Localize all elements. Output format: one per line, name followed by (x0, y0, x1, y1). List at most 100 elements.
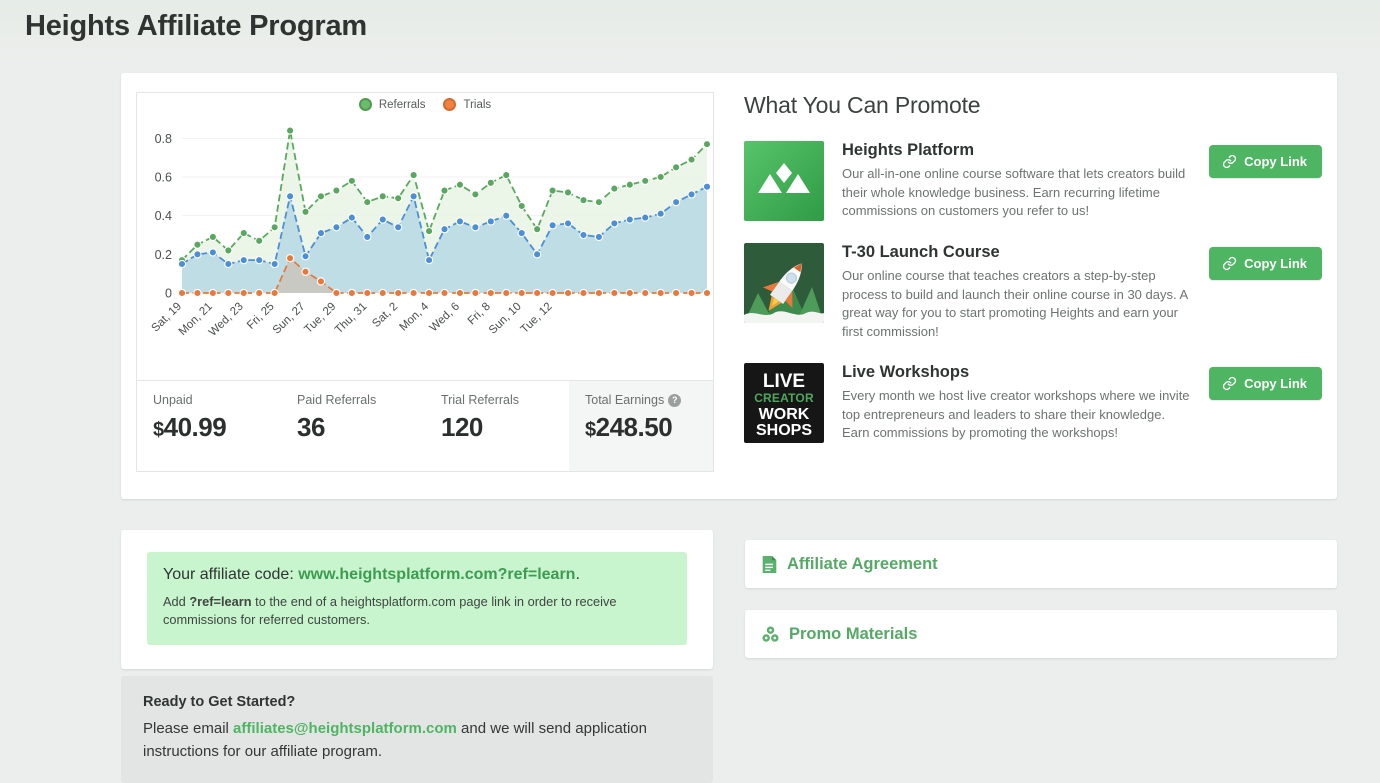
chart-point-clicks[interactable] (409, 192, 418, 201)
chart-point-referrals[interactable] (285, 126, 295, 135)
chart-point-trials[interactable] (440, 288, 449, 298)
chart-point-trials[interactable] (656, 288, 665, 298)
chart-point-clicks[interactable] (440, 225, 449, 234)
chart-point-clicks[interactable] (177, 259, 187, 269)
chart-point-trials[interactable] (193, 288, 202, 298)
chart-point-referrals[interactable] (610, 184, 619, 193)
chart-point-referrals[interactable] (255, 236, 264, 245)
chart-point-referrals[interactable] (641, 176, 650, 186)
chart-point-referrals[interactable] (486, 178, 495, 187)
chart-point-clicks[interactable] (579, 230, 588, 240)
chart-point-trials[interactable] (471, 288, 480, 298)
chart-point-referrals[interactable] (301, 207, 310, 216)
chart-point-trials[interactable] (177, 288, 187, 298)
chart-point-clicks[interactable] (332, 223, 341, 232)
chart-point-trials[interactable] (208, 288, 218, 298)
chart-point-trials[interactable] (255, 288, 264, 298)
chart-point-trials[interactable] (594, 288, 604, 298)
chart-point-referrals[interactable] (548, 186, 557, 195)
chart-point-clicks[interactable] (239, 255, 248, 265)
chart-point-referrals[interactable] (579, 196, 588, 205)
chart-point-trials[interactable] (548, 288, 557, 298)
chart-point-clicks[interactable] (224, 259, 233, 269)
chart-point-trials[interactable] (455, 288, 465, 298)
chart-point-trials[interactable] (332, 288, 341, 298)
chart-point-clicks[interactable] (255, 255, 264, 265)
chart-point-clicks[interactable] (193, 250, 202, 259)
chart-point-referrals[interactable] (517, 201, 526, 211)
chart-point-referrals[interactable] (455, 180, 465, 189)
chart-point-clicks[interactable] (548, 221, 557, 230)
chart-point-referrals[interactable] (270, 223, 279, 232)
chart-point-trials[interactable] (316, 277, 326, 286)
chart-point-trials[interactable] (579, 288, 588, 298)
chart-point-referrals[interactable] (594, 197, 604, 207)
chart-point-referrals[interactable] (656, 172, 665, 182)
chart-point-referrals[interactable] (625, 180, 634, 189)
chart-point-trials[interactable] (378, 288, 387, 298)
chart-point-trials[interactable] (702, 288, 712, 298)
chart-point-trials[interactable] (394, 288, 403, 298)
chart-point-referrals[interactable] (193, 240, 202, 249)
chart-point-referrals[interactable] (687, 155, 696, 164)
chart-point-referrals[interactable] (702, 139, 712, 149)
chart-point-trials[interactable] (270, 288, 279, 298)
chart-point-clicks[interactable] (424, 255, 434, 265)
chart-point-clicks[interactable] (363, 232, 372, 242)
chart-point-clicks[interactable] (301, 252, 310, 261)
chart-point-clicks[interactable] (532, 250, 542, 259)
chart-point-clicks[interactable] (378, 215, 387, 224)
chart-point-referrals[interactable] (208, 232, 218, 242)
chart-point-referrals[interactable] (563, 188, 573, 197)
chart-point-clicks[interactable] (702, 182, 712, 191)
chart-point-referrals[interactable] (440, 186, 449, 195)
affiliate-agreement-card[interactable]: Affiliate Agreement (745, 540, 1337, 588)
chart-point-trials[interactable] (563, 288, 573, 298)
chart-point-referrals[interactable] (502, 170, 511, 180)
chart-point-clicks[interactable] (471, 223, 480, 232)
chart-point-trials[interactable] (671, 288, 681, 298)
chart-point-trials[interactable] (239, 288, 248, 298)
chart-point-referrals[interactable] (316, 192, 326, 201)
chart-point-trials[interactable] (301, 267, 310, 276)
chart-point-referrals[interactable] (394, 194, 403, 203)
chart-point-trials[interactable] (502, 288, 511, 298)
chart-point-referrals[interactable] (671, 163, 681, 172)
chart-point-clicks[interactable] (270, 259, 279, 269)
chart-point-clicks[interactable] (316, 228, 326, 238)
chart-point-trials[interactable] (424, 288, 434, 298)
chart-point-referrals[interactable] (332, 186, 341, 195)
chart-point-trials[interactable] (486, 288, 495, 298)
chart-point-referrals[interactable] (471, 190, 480, 199)
chart-point-clicks[interactable] (656, 209, 665, 218)
chart-point-clicks[interactable] (502, 211, 511, 220)
chart-point-clicks[interactable] (486, 217, 495, 226)
copy-link-button-live-workshops[interactable]: Copy Link (1209, 367, 1322, 400)
chart-point-referrals[interactable] (347, 176, 357, 186)
chart-point-referrals[interactable] (378, 192, 387, 201)
chart-point-trials[interactable] (517, 288, 526, 298)
chart-point-trials[interactable] (687, 288, 696, 298)
chart-point-referrals[interactable] (409, 170, 418, 180)
chart-point-trials[interactable] (625, 288, 634, 298)
chart-point-referrals[interactable] (224, 246, 233, 255)
chart-point-trials[interactable] (347, 288, 357, 298)
chart-point-clicks[interactable] (517, 228, 526, 238)
chart-point-trials[interactable] (610, 288, 619, 298)
chart-point-referrals[interactable] (424, 226, 434, 236)
chart-point-trials[interactable] (285, 254, 295, 263)
chart-point-referrals[interactable] (363, 197, 372, 207)
affiliate-code-link[interactable]: www.heightsplatform.com?ref=learn (298, 566, 575, 583)
chart-point-trials[interactable] (641, 288, 650, 298)
chart-point-clicks[interactable] (625, 215, 634, 224)
chart-point-clicks[interactable] (563, 219, 573, 228)
help-icon[interactable]: ? (668, 393, 682, 407)
chart-point-clicks[interactable] (671, 197, 681, 207)
chart-point-trials[interactable] (363, 288, 372, 298)
chart-point-clicks[interactable] (594, 232, 604, 242)
chart-point-clicks[interactable] (394, 223, 403, 232)
chart-point-referrals[interactable] (532, 225, 542, 234)
copy-link-button-heights-platform[interactable]: Copy Link (1209, 145, 1322, 178)
chart-point-clicks[interactable] (687, 190, 696, 199)
chart-point-clicks[interactable] (455, 217, 465, 226)
